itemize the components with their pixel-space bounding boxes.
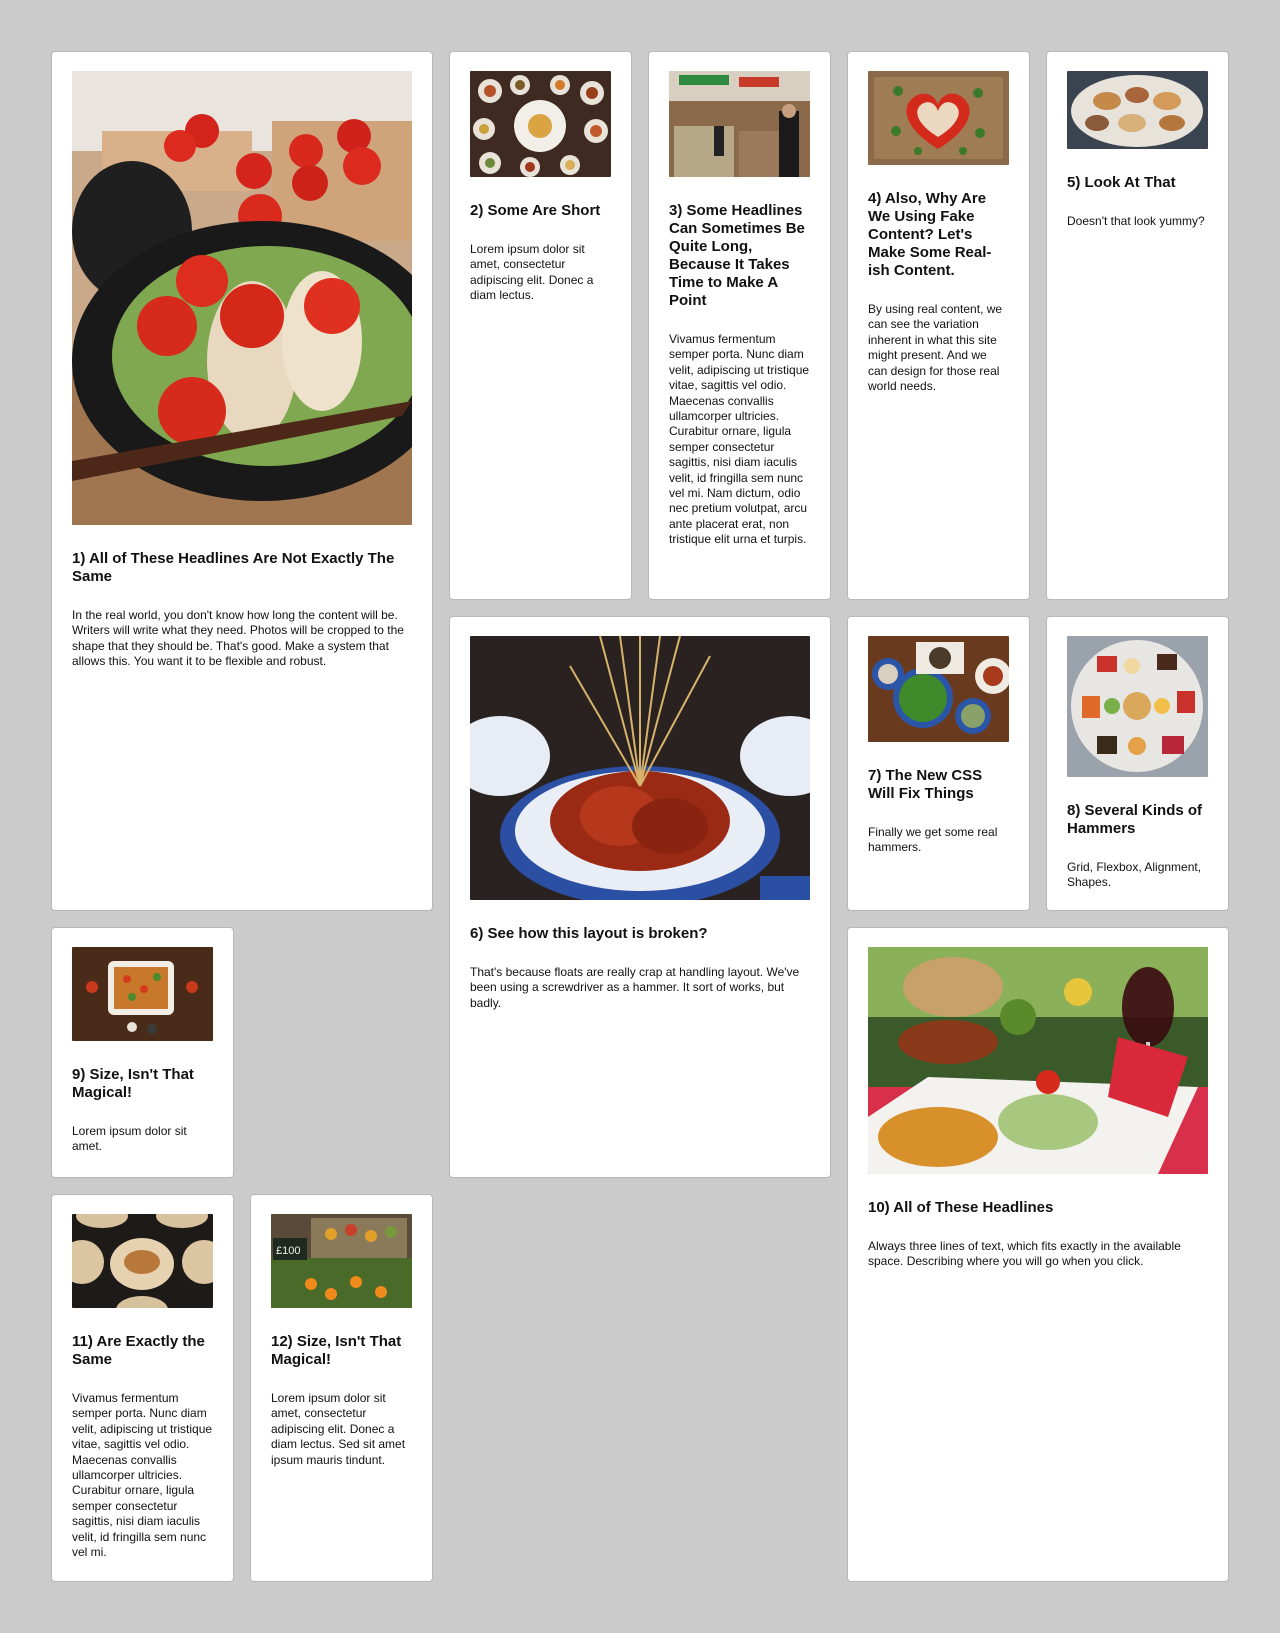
card-image — [1067, 71, 1208, 149]
card-5[interactable]: 5) Look At That Doesn't that look yummy? — [1046, 51, 1229, 600]
card-image — [72, 1214, 213, 1308]
card-11[interactable]: 11) Are Exactly the Same Vivamus ferment… — [51, 1194, 234, 1582]
card-image — [868, 71, 1009, 165]
card-3[interactable]: 3) Some Headlines Can Sometimes Be Quite… — [648, 51, 831, 600]
card-body: Doesn't that look yummy? — [1067, 214, 1205, 228]
card-image — [868, 636, 1009, 742]
card-title: 10) All of These Headlines — [868, 1199, 1054, 1216]
card-body: Lorem ipsum dolor sit amet, consectetur … — [271, 1391, 406, 1467]
card-9[interactable]: 9) Size, Isn't That Magical! Lorem ipsum… — [51, 927, 234, 1178]
card-title: 12) Size, Isn't That Magical! — [271, 1333, 402, 1368]
card-title: 2) Some Are Short — [470, 202, 601, 219]
card-12[interactable]: £100 12) Size, Isn't That Magical! Lorem… — [250, 1194, 433, 1582]
card-title: 7) The New CSS Will Fix Things — [868, 767, 983, 802]
card-4[interactable]: 4) Also, Why Are We Using Fake Content? … — [847, 51, 1030, 600]
card-image — [470, 636, 810, 900]
card-title: 4) Also, Why Are We Using Fake Content? … — [868, 190, 992, 279]
card-body: In the real world, you don't know how lo… — [72, 608, 404, 669]
card-title: 3) Some Headlines Can Sometimes Be Quite… — [669, 202, 805, 309]
card-10[interactable]: 10) All of These Headlines Always three … — [847, 927, 1229, 1582]
card-image: £100 — [271, 1214, 412, 1308]
card-7[interactable]: 7) The New CSS Will Fix Things Finally w… — [847, 616, 1030, 911]
price-sign-text: £100 — [276, 1245, 300, 1257]
card-body: Lorem ipsum dolor sit amet, consectetur … — [470, 242, 594, 303]
card-image — [868, 947, 1208, 1174]
card-title: 1) All of These Headlines Are Not Exactl… — [72, 550, 395, 585]
card-body: By using real content, we can see the va… — [868, 302, 1003, 394]
card-image — [1067, 636, 1208, 777]
card-title: 5) Look At That — [1067, 174, 1176, 191]
card-1[interactable]: 1) All of These Headlines Are Not Exactl… — [51, 51, 433, 911]
card-image — [72, 71, 412, 525]
card-body: That's because floats are really crap at… — [470, 965, 800, 1010]
card-image — [470, 71, 611, 177]
card-image — [72, 947, 213, 1041]
card-6[interactable]: 6) See how this layout is broken? That's… — [449, 616, 831, 1178]
card-2[interactable]: 2) Some Are Short Lorem ipsum dolor sit … — [449, 51, 632, 600]
card-8[interactable]: 8) Several Kinds of Hammers Grid, Flexbo… — [1046, 616, 1229, 911]
card-body: Finally we get some real hammers. — [868, 825, 998, 855]
card-title: 8) Several Kinds of Hammers — [1067, 802, 1203, 837]
card-body: Lorem ipsum dolor sit amet. — [72, 1124, 187, 1154]
card-body: Grid, Flexbox, Alignment, Shapes. — [1067, 860, 1202, 890]
card-image — [669, 71, 810, 177]
card-title: 9) Size, Isn't That Magical! — [72, 1066, 194, 1101]
card-body: Always three lines of text, which fits e… — [868, 1239, 1181, 1269]
card-title: 6) See how this layout is broken? — [470, 925, 708, 942]
card-body: Vivamus fermentum semper porta. Nunc dia… — [72, 1391, 213, 1560]
card-body: Vivamus fermentum semper porta. Nunc dia… — [669, 332, 810, 547]
card-title: 11) Are Exactly the Same — [72, 1333, 205, 1368]
